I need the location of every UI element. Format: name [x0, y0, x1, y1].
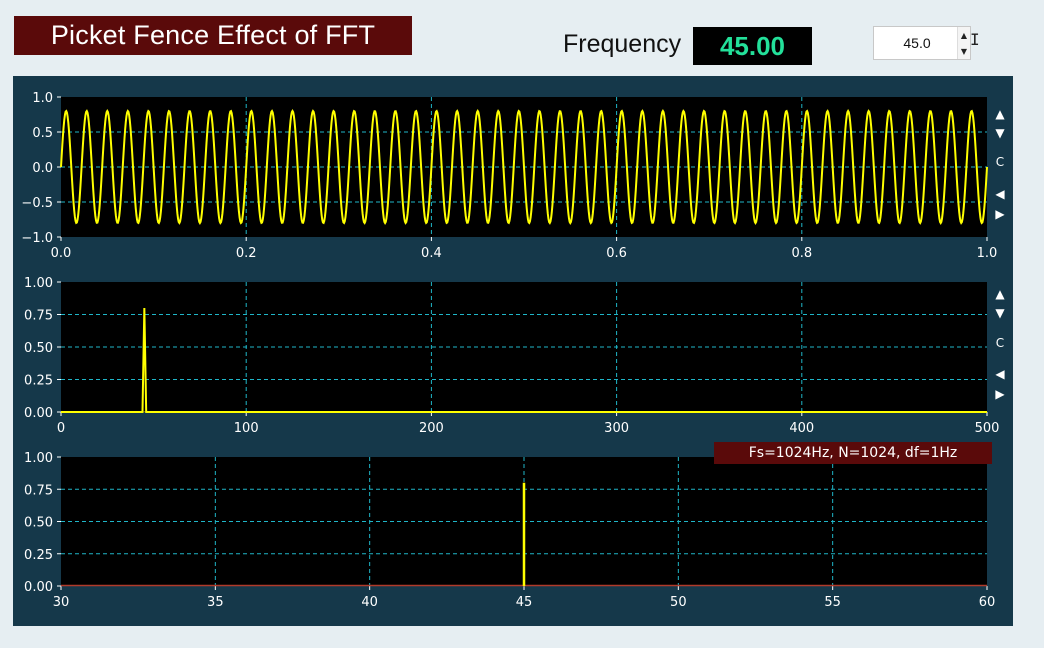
scroll-left-icon[interactable]: ◀	[992, 186, 1008, 202]
plots-canvas: 0.0 0.2 0.4 0.6 0.8 1.0 1.0 0.5 0.0 −0.5 −1.0 0 100 2…	[21, 91, 999, 610]
scroll-up-icon[interactable]: ▲	[992, 286, 1008, 302]
x-tick-label: 0.4	[421, 246, 442, 261]
chart-3: 30 35 40 45 50 55 60 1.00 0.75 0.50 0.25 0.00	[24, 451, 995, 610]
x-tick-label: 60	[979, 595, 996, 610]
x-tick-label: 30	[53, 595, 70, 610]
x-tick-label: 0.0	[51, 246, 72, 261]
y-tick-label: 0.00	[24, 580, 53, 595]
x-tick-label: 35	[207, 595, 224, 610]
y-tick-label: −1.0	[21, 231, 53, 246]
x-tick-label: 45	[516, 595, 533, 610]
scroll-right-icon[interactable]: ▶	[992, 386, 1008, 402]
y-tick-label: 0.5	[32, 126, 53, 141]
x-tick-label: 55	[824, 595, 841, 610]
x-tick-label: 1.0	[977, 246, 998, 261]
scroll-right-icon[interactable]: ▶	[992, 206, 1008, 222]
scroll-down-icon[interactable]: ▼	[992, 125, 1008, 141]
y-tick-label: 0.0	[32, 161, 53, 176]
x-tick-label: 0.8	[791, 246, 812, 261]
x-tick-label: 50	[670, 595, 687, 610]
chart-1: 0.0 0.2 0.4 0.6 0.8 1.0 1.0 0.5 0.0 −0.5 −1.0	[21, 91, 997, 261]
scroll-up-icon[interactable]: ▲	[992, 106, 1008, 122]
scroll-down-icon[interactable]: ▼	[992, 305, 1008, 321]
y-tick-label: 0.00	[24, 406, 53, 421]
y-tick-label: 0.75	[24, 483, 53, 498]
y-tick-label: 0.25	[24, 374, 53, 389]
x-tick-label: 0.6	[606, 246, 627, 261]
x-tick-label: 0.2	[236, 246, 257, 261]
y-tick-label: 0.25	[24, 548, 53, 563]
x-tick-label: 0	[57, 421, 65, 436]
reset-view-icon[interactable]: C	[992, 154, 1008, 170]
chart-2: 0 100 200 300 400 500 1.00 0.75 0.50 0.25 0.00	[24, 276, 999, 436]
y-tick-label: 1.00	[24, 451, 53, 466]
y-tick-label: 0.50	[24, 516, 53, 531]
y-tick-label: 0.75	[24, 309, 53, 324]
x-tick-label: 100	[234, 421, 259, 436]
sampling-info-label: Fs=1024Hz, N=1024, df=1Hz	[714, 442, 992, 464]
x-tick-label: 200	[419, 421, 444, 436]
scroll-left-icon[interactable]: ◀	[992, 366, 1008, 382]
x-tick-label: 500	[975, 421, 1000, 436]
y-tick-label: −0.5	[21, 196, 53, 211]
x-tick-label: 40	[361, 595, 378, 610]
y-tick-label: 1.0	[32, 91, 53, 106]
y-tick-label: 1.00	[24, 276, 53, 291]
reset-view-icon[interactable]: C	[992, 335, 1008, 351]
y-tick-label: 0.50	[24, 341, 53, 356]
x-tick-label: 400	[789, 421, 814, 436]
x-tick-label: 300	[604, 421, 629, 436]
